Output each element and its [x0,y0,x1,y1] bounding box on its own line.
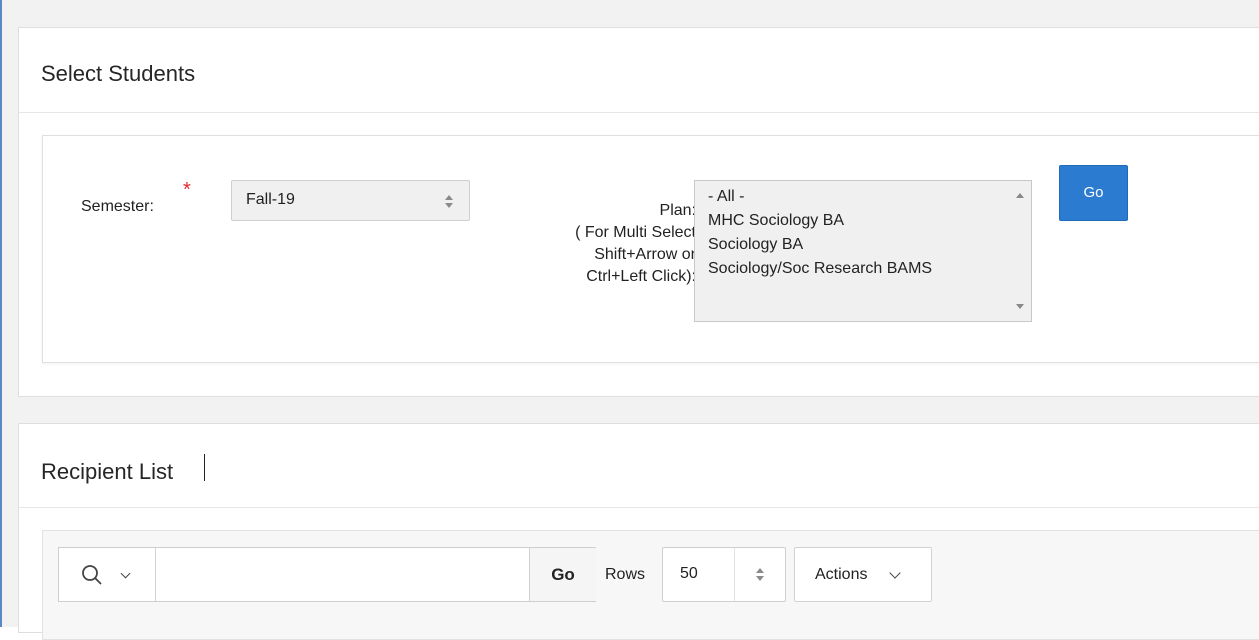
chevron-down-icon [889,567,901,579]
listbox-scrollbar[interactable] [1009,181,1031,321]
region-title: Recipient List [41,459,174,484]
search-go-button[interactable]: Go [530,548,596,601]
select-students-form: Semester: * Fall-19 Plan: ( For Multi Se… [42,135,1259,363]
rows-select-value: 50 [680,565,698,582]
select-students-header: Select Students [19,28,1259,113]
search-icon [82,565,102,585]
recipient-list-header: Recipient List [19,424,1259,508]
plan-option[interactable]: Sociology/Soc Research BAMS [708,260,932,278]
updown-arrows-icon [444,194,454,210]
rows-label: Rows [605,566,646,583]
plan-label-line: Plan: [659,202,696,219]
recipient-list-region: Recipient List Go Rows 50 Actions [18,423,1259,640]
plan-listbox[interactable]: - All - MHC Sociology BA Sociology BA So… [694,180,1032,322]
semester-select-value: Fall-19 [246,191,295,208]
semester-label: Semester: [81,198,154,215]
actions-button-label: Actions [815,566,868,583]
semester-select[interactable]: Fall-19 [231,180,470,221]
search-column-selector[interactable] [59,548,155,601]
plan-option[interactable]: Sociology BA [708,236,803,254]
go-button[interactable]: Go [1059,165,1128,221]
plan-option[interactable]: MHC Sociology BA [708,212,844,230]
plan-label-line: Shift+Arrow or [594,246,696,263]
page: Select Students Semester: * Fall-19 Plan… [0,0,1259,640]
search-input[interactable] [157,549,527,600]
region-title: Select Students [41,61,196,86]
chevron-down-icon [120,568,131,579]
search-field: Go [58,547,596,602]
updown-arrows-icon [755,567,765,583]
divider [734,548,735,601]
actions-button[interactable]: Actions [794,547,932,602]
text-cursor [204,454,205,481]
scroll-up-icon[interactable] [1016,193,1024,198]
select-students-region: Select Students Semester: * Fall-19 Plan… [18,27,1259,397]
plan-option[interactable]: - All - [708,188,744,206]
report-toolbar: Go Rows 50 Actions [42,530,1259,640]
required-icon: * [183,179,191,201]
plan-label-line: Ctrl+Left Click): [586,268,696,285]
scroll-down-icon[interactable] [1016,304,1024,309]
plan-label: Plan: ( For Multi Select Shift+Arrow or … [503,200,696,288]
divider [155,548,156,601]
plan-label-line: ( For Multi Select [575,224,696,241]
rows-select[interactable]: 50 [662,547,786,602]
